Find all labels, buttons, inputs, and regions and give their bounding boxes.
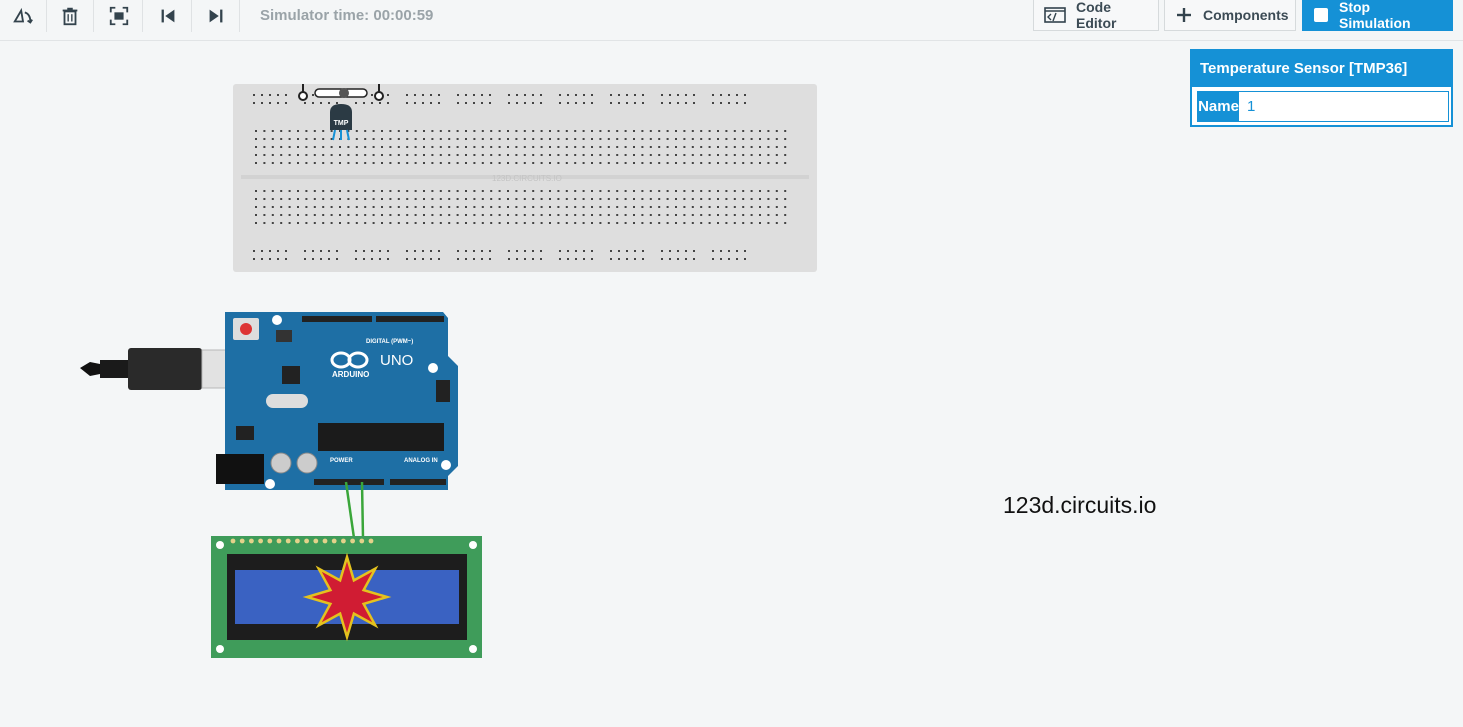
analog-header xyxy=(390,479,446,485)
wire-5v xyxy=(344,481,356,539)
trash-icon xyxy=(62,7,78,26)
code-editor-button[interactable]: Code Editor xyxy=(1033,0,1159,31)
site-watermark: 123d.circuits.io xyxy=(1003,492,1157,518)
crystal xyxy=(266,394,308,408)
temperature-sensor[interactable]: TMP xyxy=(295,82,387,144)
step-forward-button[interactable] xyxy=(193,0,240,32)
rotate-button[interactable] xyxy=(0,0,47,32)
stop-simulation-label: Stop Simulation xyxy=(1339,0,1411,31)
skip-forward-icon xyxy=(209,9,223,23)
fit-to-view-button[interactable] xyxy=(96,0,143,32)
rotate-icon xyxy=(13,7,33,24)
delete-button[interactable] xyxy=(47,0,94,32)
name-input[interactable] xyxy=(1239,92,1448,121)
digital-header-right xyxy=(376,316,444,322)
code-icon xyxy=(1044,7,1066,23)
reset-button[interactable] xyxy=(240,323,252,335)
digital-label: DIGITAL (PWM~) xyxy=(366,339,413,345)
power-jack xyxy=(216,454,264,484)
skip-back-icon xyxy=(161,9,175,23)
arduino-model: UNO xyxy=(380,352,413,369)
components-label: Components xyxy=(1203,7,1289,23)
plus-icon xyxy=(1175,6,1193,24)
power-label: POWER xyxy=(330,458,353,464)
microcontroller-chip xyxy=(318,423,444,451)
lcd-display[interactable] xyxy=(211,536,482,658)
toolbar: Simulator time: 00:00:59 Code Editor Com… xyxy=(0,0,1463,41)
breadboard-watermark: 123D.CIRCUITS.IO xyxy=(492,174,562,183)
inspector-title: Temperature Sensor [TMP36] xyxy=(1192,51,1451,87)
arduino-uno[interactable]: DIGITAL (PWM~) ARDUINO UNO POWER ANALOG … xyxy=(78,308,458,496)
step-back-button[interactable] xyxy=(145,0,192,32)
components-button[interactable]: Components xyxy=(1164,0,1296,31)
stop-simulation-button[interactable]: Stop Simulation xyxy=(1302,0,1453,31)
analog-label: ANALOG IN xyxy=(404,458,438,464)
name-label: Name xyxy=(1198,92,1239,121)
error-burst-icon xyxy=(302,552,392,642)
wires xyxy=(344,481,365,539)
fit-view-icon xyxy=(109,6,129,26)
arduino-brand: ARDUINO xyxy=(332,370,369,379)
stop-icon xyxy=(1313,7,1329,23)
wire-gnd xyxy=(360,481,365,539)
code-editor-label: Code Editor xyxy=(1076,0,1117,31)
sensor-slider-knob[interactable] xyxy=(339,88,349,98)
sensor-probe-left-icon xyxy=(298,84,308,101)
simulator-time: Simulator time: 00:00:59 xyxy=(260,7,434,24)
sensor-probe-right-icon xyxy=(374,84,384,101)
component-inspector: Temperature Sensor [TMP36] Name xyxy=(1190,49,1453,127)
sensor-label: TMP xyxy=(334,120,349,127)
name-row: Name xyxy=(1197,91,1449,122)
digital-header-left xyxy=(302,316,372,322)
